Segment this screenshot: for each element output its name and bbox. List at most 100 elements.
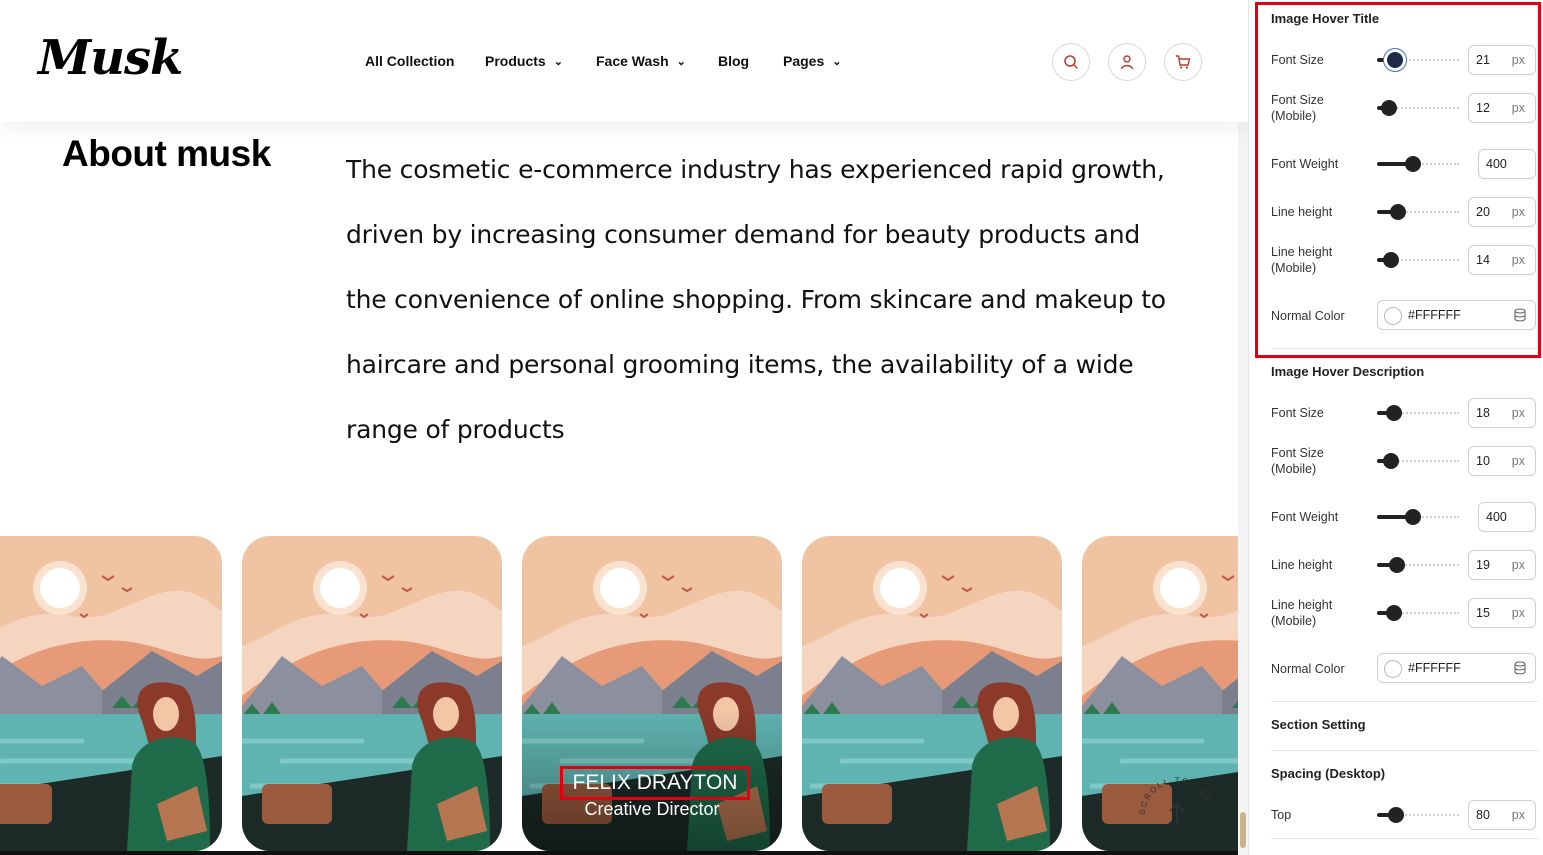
slider-knob[interactable] bbox=[1386, 405, 1402, 421]
normal-color-picker[interactable]: #FFFFFF bbox=[1377, 300, 1536, 330]
slider-knob[interactable] bbox=[1389, 557, 1405, 573]
scroll-to-top-button[interactable]: SCROLL TO TOP bbox=[1132, 770, 1222, 855]
color-swatch[interactable] bbox=[1384, 660, 1402, 678]
slider-knob[interactable] bbox=[1383, 453, 1399, 469]
desc-font-size-mobile-slider[interactable] bbox=[1377, 453, 1459, 469]
desc-line-height-mobile-input[interactable]: 15 px bbox=[1468, 598, 1536, 628]
font-weight-input[interactable]: 400 bbox=[1478, 149, 1536, 179]
desc-line-height-input[interactable]: 19 px bbox=[1468, 550, 1536, 580]
preview-scrollbar[interactable] bbox=[1238, 0, 1248, 855]
line-height-mobile-slider[interactable] bbox=[1377, 252, 1459, 268]
line-height-slider[interactable] bbox=[1377, 204, 1459, 220]
slider-knob[interactable] bbox=[1390, 204, 1406, 220]
site-logo[interactable]: Musk bbox=[38, 30, 183, 86]
team-member-card[interactable] bbox=[802, 536, 1062, 851]
divider bbox=[1271, 348, 1538, 349]
nav-label: Blog bbox=[718, 53, 750, 69]
value: 400 bbox=[1486, 157, 1507, 171]
about-paragraph: The cosmetic e-commerce industry has exp… bbox=[346, 155, 1166, 444]
color-swatch[interactable] bbox=[1384, 307, 1402, 325]
line-height-input[interactable]: 20 px bbox=[1468, 197, 1536, 227]
top-spacing-input[interactable]: 80 px bbox=[1468, 800, 1536, 830]
unit: px bbox=[1511, 606, 1525, 620]
desc-font-size-mobile-input[interactable]: 10 px bbox=[1468, 446, 1536, 476]
hover-description: Creative Director bbox=[584, 799, 720, 819]
value: 19 bbox=[1476, 558, 1490, 572]
nav-pages[interactable]: Pages ⌄ bbox=[783, 53, 841, 69]
normal-color-label: Normal Color bbox=[1271, 309, 1345, 323]
font-size-input[interactable]: 21 px bbox=[1468, 45, 1536, 75]
slider-knob[interactable] bbox=[1383, 252, 1399, 268]
database-icon[interactable] bbox=[1513, 308, 1527, 322]
font-weight-slider[interactable] bbox=[1377, 156, 1459, 172]
desc-normal-color-label: Normal Color bbox=[1271, 662, 1345, 676]
chevron-down-icon: ⌄ bbox=[553, 56, 563, 68]
desc-font-size-label: Font Size bbox=[1271, 406, 1324, 420]
color-hex: #FFFFFF bbox=[1408, 661, 1461, 675]
desc-font-weight-slider[interactable] bbox=[1377, 509, 1459, 525]
slider-knob[interactable] bbox=[1381, 100, 1397, 116]
desc-line-height-mobile-label: Line height (Mobile) bbox=[1271, 598, 1333, 628]
color-hex: #FFFFFF bbox=[1408, 308, 1461, 322]
search-button[interactable] bbox=[1052, 43, 1090, 81]
desc-line-height-mobile-slider[interactable] bbox=[1377, 605, 1459, 621]
value: 14 bbox=[1476, 253, 1490, 267]
section-setting-heading[interactable]: Section Setting bbox=[1271, 717, 1366, 732]
value: 10 bbox=[1476, 454, 1490, 468]
page-bottom-edge bbox=[0, 851, 1238, 855]
team-member-card[interactable] bbox=[242, 536, 502, 851]
settings-panel: Image Hover Title Font Size 21 px Font Si… bbox=[1248, 0, 1543, 855]
team-member-card[interactable] bbox=[0, 536, 222, 851]
value: 21 bbox=[1476, 53, 1490, 67]
slider-knob[interactable] bbox=[1405, 509, 1421, 525]
chevron-down-icon: ⌄ bbox=[676, 56, 686, 68]
desc-line-height-slider[interactable] bbox=[1377, 557, 1459, 573]
value: 400 bbox=[1486, 510, 1507, 524]
top-spacing-label: Top bbox=[1271, 808, 1292, 822]
nav-face-wash[interactable]: Face Wash ⌄ bbox=[596, 53, 686, 69]
slider-knob[interactable] bbox=[1405, 156, 1421, 172]
svg-text:SCROLL TO TOP: SCROLL TO TOP bbox=[1138, 776, 1214, 815]
nav-blog[interactable]: Blog bbox=[718, 53, 749, 69]
slider-knob[interactable] bbox=[1388, 807, 1404, 823]
landscape-illustration bbox=[802, 536, 1062, 851]
chevron-down-icon: ⌄ bbox=[832, 56, 842, 68]
unit: px bbox=[1511, 808, 1525, 822]
value: 20 bbox=[1476, 205, 1490, 219]
account-button[interactable] bbox=[1108, 43, 1146, 81]
font-size-label: Font Size bbox=[1271, 53, 1324, 67]
slider-knob[interactable] bbox=[1386, 605, 1402, 621]
cart-button[interactable] bbox=[1164, 43, 1202, 81]
desc-font-size-input[interactable]: 18 px bbox=[1468, 398, 1536, 428]
top-spacing-slider[interactable] bbox=[1377, 807, 1459, 823]
site-preview: Musk All Collection Products ⌄ Face Wash ⌄… bbox=[0, 0, 1248, 855]
nav-label: All Collection bbox=[365, 53, 455, 69]
desc-font-weight-label: Font Weight bbox=[1271, 510, 1339, 524]
team-member-card[interactable]: FELIX DRAYTON Creative Director bbox=[522, 536, 782, 851]
nav-label: Products bbox=[485, 53, 546, 69]
unit: px bbox=[1511, 205, 1525, 219]
scrollbar-thumb[interactable] bbox=[1240, 812, 1246, 848]
hover-title: FELIX DRAYTON bbox=[560, 766, 750, 800]
nav-products[interactable]: Products ⌄ bbox=[485, 53, 563, 69]
value: 12 bbox=[1476, 101, 1490, 115]
about-heading: About musk bbox=[62, 133, 271, 174]
unit: px bbox=[1511, 101, 1525, 115]
desc-font-size-slider[interactable] bbox=[1377, 405, 1459, 421]
font-size-mobile-input[interactable]: 12 px bbox=[1468, 93, 1536, 123]
desc-font-size-mobile-label: Font Size (Mobile) bbox=[1271, 446, 1324, 476]
database-icon[interactable] bbox=[1513, 661, 1527, 675]
nav-all-collection[interactable]: All Collection bbox=[365, 53, 454, 69]
line-height-label: Line height bbox=[1271, 205, 1333, 219]
hover-description-section-heading: Image Hover Description bbox=[1271, 364, 1425, 379]
slider-knob[interactable] bbox=[1387, 52, 1403, 68]
font-size-slider[interactable] bbox=[1377, 52, 1459, 68]
font-size-mobile-label: Font Size (Mobile) bbox=[1271, 93, 1324, 123]
unit: px bbox=[1511, 558, 1525, 572]
desc-font-weight-input[interactable]: 400 bbox=[1478, 502, 1536, 532]
font-size-mobile-slider[interactable] bbox=[1377, 100, 1459, 116]
desc-normal-color-picker[interactable]: #FFFFFF bbox=[1377, 653, 1536, 683]
line-height-mobile-input[interactable]: 14 px bbox=[1468, 245, 1536, 275]
unit: px bbox=[1511, 53, 1525, 67]
value: 80 bbox=[1476, 808, 1490, 822]
